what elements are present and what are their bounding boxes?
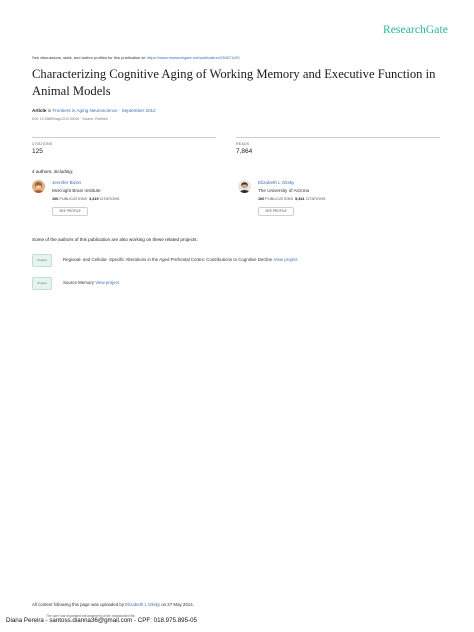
avatar-photo-icon — [238, 180, 251, 193]
avatar[interactable] — [238, 180, 251, 193]
paper-title: Characterizing Cognitive Aging of Workin… — [32, 67, 436, 98]
view-project-link[interactable]: View project — [274, 257, 298, 262]
uploader-link[interactable]: Elizabeth L Glisky — [125, 602, 160, 607]
project-title: Regional- and Cellular- Specific Alterat… — [63, 257, 273, 262]
author-publications-label: PUBLICATIONS — [265, 197, 293, 201]
publication-url-link[interactable]: https://www.researchgate.net/publication… — [147, 55, 240, 60]
authors-heading: 4 authors, including: — [32, 169, 74, 174]
author-institution: McKnight Brain Institute — [52, 188, 101, 193]
projects-heading: Some of the authors of this publication … — [32, 237, 198, 242]
author-publications-count: 106 — [52, 197, 59, 201]
author-card: Elizabeth L Glisky The University of Ari… — [238, 180, 418, 220]
author-citations-count: 3,319 — [89, 197, 99, 201]
doi-line: DOI: 10.3389/fnagi.2012.00019 · Source: … — [32, 117, 108, 121]
avatar-photo-icon — [32, 180, 45, 193]
author-stats: 106 PUBLICATIONS 3,319 CITATIONS — [52, 197, 119, 201]
author-card: Jennifer Bizon McKnight Brain Institute … — [32, 180, 212, 220]
discussion-text: See discussions, stats, and author profi… — [32, 55, 147, 60]
see-profile-button[interactable]: SEE PROFILE — [258, 207, 294, 216]
project-text: Regional- and Cellular- Specific Alterat… — [63, 257, 297, 262]
divider-left — [32, 137, 216, 138]
divider-right — [236, 137, 440, 138]
project-title: Source Memory — [63, 280, 94, 285]
author-citations-label: CITATIONS — [305, 197, 326, 201]
download-watermark: Diana Pereira - santoss.dianna36@gmail.c… — [6, 617, 197, 624]
author-citations-label: CITATIONS — [99, 197, 120, 201]
journal-link[interactable]: Frontiers in Aging Neuroscience · Septem… — [52, 108, 155, 113]
project-badge-icon: Project — [32, 277, 52, 290]
project-text: Source Memory View project — [63, 280, 119, 285]
reads-label: READS — [236, 142, 250, 146]
author-name-link[interactable]: Jennifer Bizon — [52, 180, 81, 185]
citations-label: CITATIONS — [32, 142, 53, 146]
project-badge-icon: Project — [32, 254, 52, 267]
uploaded-prefix: All content following this page was uplo… — [32, 602, 126, 607]
uploaded-suffix: on 27 May 2014. — [159, 602, 194, 607]
see-profile-button[interactable]: SEE PROFILE — [52, 207, 88, 216]
researchgate-logo[interactable]: ResearchGate — [383, 24, 448, 36]
paper-in-word: in — [47, 108, 52, 113]
author-institution: The University of Arizona — [258, 188, 310, 193]
view-project-link[interactable]: View project — [95, 280, 119, 285]
author-publications-count: 100 — [258, 197, 265, 201]
reads-value: 7,864 — [236, 148, 253, 155]
author-citations-count: 5,341 — [295, 197, 305, 201]
author-name-link[interactable]: Elizabeth L Glisky — [258, 180, 294, 185]
author-publications-label: PUBLICATIONS — [59, 197, 87, 201]
uploaded-by-line: All content following this page was uplo… — [32, 602, 194, 607]
author-stats: 100 PUBLICATIONS 5,341 CITATIONS — [258, 197, 325, 201]
discussion-line: See discussions, stats, and author profi… — [32, 55, 240, 60]
paper-meta: Article in Frontiers in Aging Neuroscien… — [32, 108, 156, 113]
paper-type: Article — [32, 108, 47, 113]
avatar[interactable] — [32, 180, 45, 193]
citations-value: 125 — [32, 148, 43, 155]
